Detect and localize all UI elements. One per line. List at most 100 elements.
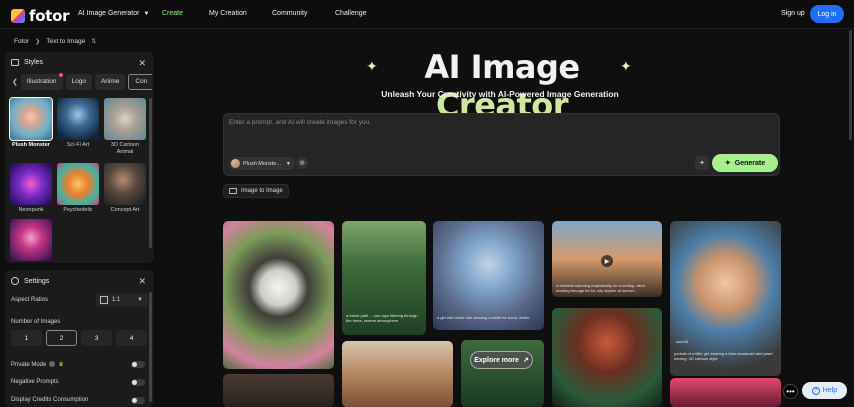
style-tabs: ❮ Illustration Logo Anime Con bbox=[12, 73, 152, 90]
title-part-1: AI Image bbox=[424, 48, 580, 86]
style-card-psychedelic[interactable]: Psychedelic bbox=[57, 163, 99, 214]
settings-scrollbar[interactable] bbox=[149, 292, 152, 402]
style-label: Neonpunk bbox=[18, 207, 44, 213]
num-option-2[interactable]: 2 bbox=[46, 330, 77, 346]
gallery-image-forest[interactable]: a forest path ... sun rays filtering thr… bbox=[342, 221, 426, 335]
more-options-icon[interactable]: ••• bbox=[783, 384, 798, 399]
styles-panel: Styles ✕ ❮ Illustration Logo Anime Con P… bbox=[5, 52, 154, 263]
number-of-images-label: Number of Images bbox=[11, 319, 61, 325]
generate-label: Generate bbox=[734, 159, 766, 167]
num-option-1[interactable]: 1 bbox=[11, 330, 42, 346]
arrow-up-right-icon: ↗ bbox=[522, 357, 529, 364]
style-model-chip[interactable]: Plush Monste... ▼ bbox=[229, 157, 295, 170]
magic-wand-button[interactable]: ✦ bbox=[695, 156, 709, 170]
tab-anime[interactable]: Anime bbox=[94, 73, 126, 90]
negative-prompts-toggle[interactable] bbox=[131, 379, 145, 386]
private-mode-row: Private Mode ♛ bbox=[11, 361, 64, 368]
style-card-plush-monster[interactable]: Plush Monster bbox=[9, 97, 53, 149]
breadcrumb-root[interactable]: Fotor bbox=[14, 38, 29, 45]
gallery-caption: a girl with silver hair wearing a white … bbox=[437, 315, 530, 320]
close-icon[interactable]: ✕ bbox=[138, 58, 146, 69]
tab-concept[interactable]: Con bbox=[128, 73, 152, 90]
styles-header: Styles bbox=[11, 59, 43, 66]
help-label: Help bbox=[822, 387, 838, 394]
gallery-image[interactable] bbox=[670, 378, 781, 407]
private-mode-toggle[interactable] bbox=[131, 361, 145, 368]
num-option-4[interactable]: 4 bbox=[116, 330, 147, 346]
gallery-image[interactable] bbox=[223, 374, 334, 407]
style-thumbnail bbox=[9, 97, 53, 141]
help-icon[interactable] bbox=[49, 361, 56, 368]
private-mode-label: Private Mode bbox=[11, 362, 47, 368]
style-card-concept-art[interactable]: Concept Art bbox=[104, 163, 146, 214]
fotor-logo-icon bbox=[11, 9, 25, 23]
explore-more-button[interactable]: Explore more ↗ bbox=[470, 351, 533, 369]
sign-up-link[interactable]: Sign up bbox=[781, 10, 805, 17]
style-thumbnail bbox=[10, 219, 52, 261]
style-card-neonpunk[interactable]: Neonpunk bbox=[10, 163, 52, 214]
style-card-7[interactable] bbox=[10, 219, 52, 261]
style-thumbnail bbox=[104, 98, 146, 140]
image-icon bbox=[229, 188, 237, 194]
style-label: Sci-Fi Art bbox=[66, 142, 90, 148]
gallery-caption: portrait of a little girl wearing a blue… bbox=[674, 351, 773, 361]
credits-consumption-toggle[interactable] bbox=[131, 397, 145, 404]
chevron-down-icon: ▼ bbox=[285, 160, 291, 167]
image-to-image-label: Image to Image bbox=[241, 188, 283, 194]
styles-scrollbar[interactable] bbox=[149, 98, 152, 248]
gallery-image-panda[interactable] bbox=[223, 221, 334, 369]
settings-header: Settings bbox=[11, 277, 49, 285]
image-to-image-button[interactable]: Image to Image bbox=[223, 184, 289, 198]
brand-name: fotor bbox=[29, 7, 70, 25]
settings-panel: Settings ✕ Aspect Ratios 1:1 ▼ Number of… bbox=[5, 270, 154, 407]
nav-my-creation[interactable]: My Creation bbox=[209, 10, 247, 17]
aspect-ratio-label: Aspect Ratios bbox=[11, 297, 49, 303]
generate-button[interactable]: ✦ Generate bbox=[712, 154, 778, 172]
swap-icon[interactable]: ⇅ bbox=[91, 38, 96, 45]
style-thumbnail bbox=[57, 163, 99, 205]
page-subtitle: Unleash Your Creativity with AI-Powered … bbox=[381, 89, 619, 99]
play-icon[interactable]: ▶ bbox=[601, 255, 613, 267]
nav-community[interactable]: Community bbox=[272, 10, 307, 17]
chevron-right-icon: ❯ bbox=[35, 39, 41, 45]
chevron-down-icon: ▼ bbox=[137, 297, 143, 303]
breadcrumb: Fotor ❯ Text to Image ⇅ bbox=[14, 38, 96, 45]
breadcrumb-current[interactable]: Text to Image bbox=[46, 38, 85, 45]
nav-create[interactable]: Create bbox=[162, 10, 183, 17]
chevron-down-icon: ▼ bbox=[143, 11, 150, 17]
page-scrollbar[interactable] bbox=[849, 30, 852, 140]
num-option-3[interactable]: 3 bbox=[81, 330, 112, 346]
add-circle-icon[interactable]: ⊕ bbox=[296, 157, 308, 169]
wand-icon: ✦ bbox=[724, 160, 731, 167]
nav-ai-image-generator[interactable]: AI Image Generator ▼ bbox=[78, 10, 149, 17]
tab-logo[interactable]: Logo bbox=[65, 73, 92, 90]
prompt-input[interactable]: Enter a prompt, and AI will create image… bbox=[229, 119, 371, 126]
nav-challenge[interactable]: Challenge bbox=[335, 10, 367, 17]
gallery-caption: a forest path ... sun rays filtering thr… bbox=[346, 313, 418, 323]
settings-title: Settings bbox=[24, 277, 50, 285]
gallery-image-silver-hair[interactable]: a girl with silver hair wearing a white … bbox=[433, 221, 544, 330]
explore-label: Explore more bbox=[474, 356, 519, 364]
fotor-logo[interactable]: fotor bbox=[11, 7, 70, 25]
prompt-box[interactable]: Enter a prompt, and AI will create image… bbox=[223, 113, 780, 176]
styles-title: Styles bbox=[24, 59, 44, 66]
close-icon[interactable]: ✕ bbox=[138, 276, 146, 287]
gallery-image-hat[interactable] bbox=[342, 341, 453, 407]
gallery-image-cyber-girl[interactable] bbox=[552, 308, 662, 407]
style-thumbnail bbox=[10, 163, 52, 205]
log-in-button[interactable]: Log in bbox=[810, 5, 844, 23]
crown-icon: ♛ bbox=[58, 362, 64, 368]
aspect-ratio-select[interactable]: 1:1 ▼ bbox=[96, 293, 148, 307]
gallery-image-pearl-girl[interactable]: user26 portrait of a little girl wearing… bbox=[670, 221, 781, 376]
style-label: 3D Cartoon Animal bbox=[110, 142, 140, 155]
gear-icon bbox=[11, 277, 19, 285]
style-label: Concept Art bbox=[110, 207, 140, 213]
style-label: Psychedelic bbox=[63, 207, 93, 213]
style-card-3d-cartoon-animal[interactable]: 3D Cartoon Animal bbox=[104, 98, 146, 156]
style-thumbnail bbox=[104, 163, 146, 205]
tab-illustration[interactable]: Illustration bbox=[20, 73, 63, 90]
chevron-left-icon[interactable]: ❮ bbox=[12, 78, 18, 86]
model-chip-label: Plush Monste... bbox=[243, 160, 281, 167]
style-card-sci-fi-art[interactable]: Sci-Fi Art bbox=[57, 98, 99, 149]
help-button[interactable]: ? Help bbox=[802, 382, 847, 399]
